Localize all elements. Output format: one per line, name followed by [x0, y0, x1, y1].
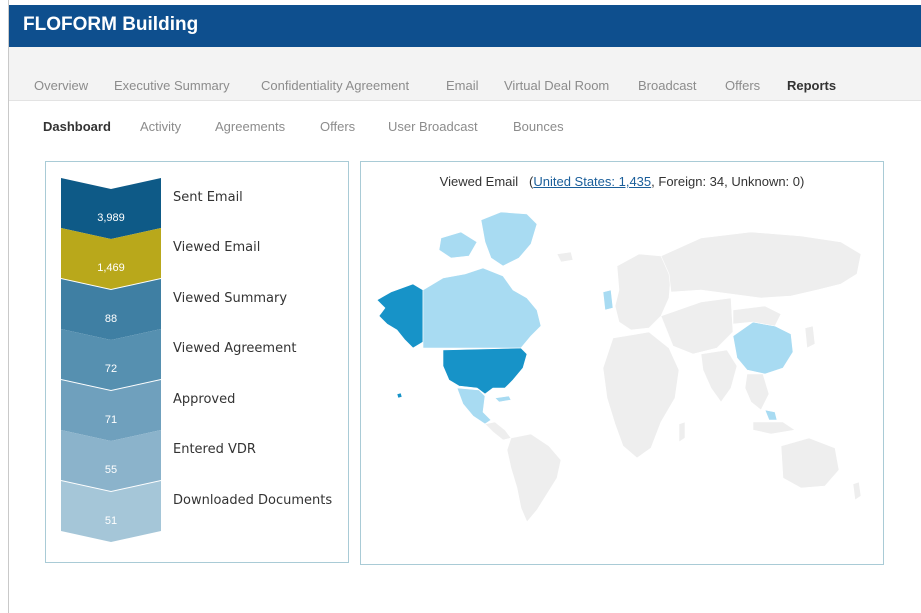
region-new-zealand[interactable] — [852, 481, 862, 501]
tab-email[interactable]: Email — [446, 78, 479, 93]
region-madagascar[interactable] — [678, 421, 686, 443]
region-australia[interactable] — [780, 437, 840, 489]
region-south-america[interactable] — [506, 433, 562, 523]
funnel-label: Approved — [173, 392, 236, 407]
region-central-asia[interactable] — [660, 297, 734, 355]
tab-offers[interactable]: Offers — [725, 78, 760, 93]
funnel-value: 88 — [104, 313, 118, 325]
funnel-label: Viewed Email — [173, 240, 261, 255]
region-japan[interactable] — [804, 325, 816, 349]
region-philippines[interactable] — [764, 409, 778, 421]
main-tab-bar: Overview Executive Summary Confidentiali… — [9, 47, 921, 101]
funnel-label: Viewed Agreement — [173, 341, 297, 356]
funnel-label: Downloaded Documents — [173, 493, 333, 508]
chevron-shape — [61, 481, 161, 542]
region-uk[interactable] — [602, 289, 614, 311]
tab-overview[interactable]: Overview — [34, 78, 88, 93]
region-africa[interactable] — [602, 331, 680, 459]
subtab-dashboard[interactable]: Dashboard — [43, 119, 111, 134]
map-caption-suffix: , Foreign: 34, Unknown: 0) — [651, 174, 805, 189]
tab-confidentiality-agreement[interactable]: Confidentiality Agreement — [261, 78, 409, 93]
region-arctic-islands[interactable] — [438, 231, 478, 259]
region-india[interactable] — [700, 349, 738, 403]
region-central-america[interactable] — [484, 421, 512, 441]
funnel-value: 71 — [104, 414, 118, 426]
tab-virtual-deal-room[interactable]: Virtual Deal Room — [504, 78, 609, 93]
funnel-value: 72 — [104, 363, 118, 375]
land-regions — [376, 211, 862, 523]
region-indonesia[interactable] — [752, 421, 796, 435]
region-mongolia[interactable] — [732, 305, 782, 327]
funnel-chevron — [61, 481, 161, 542]
app-title: FLOFORM Building — [23, 14, 199, 35]
funnel-value: 1,469 — [97, 262, 125, 274]
map-caption: Viewed Email (United States: 1,435, Fore… — [439, 174, 805, 189]
region-greenland[interactable] — [480, 211, 538, 267]
map-panel: Viewed Email (United States: 1,435, Fore… — [360, 161, 884, 565]
region-hawaii[interactable] — [396, 392, 403, 399]
funnel-panel: 3,989 Sent Email 1,469 Viewed Email 88 V… — [45, 161, 349, 563]
tab-reports[interactable]: Reports — [787, 78, 836, 93]
funnel-value: 51 — [104, 515, 118, 527]
region-se-asia[interactable] — [744, 373, 770, 411]
funnel-value: 3,989 — [97, 212, 125, 224]
region-usa[interactable] — [442, 347, 528, 395]
funnel-label: Entered VDR — [173, 442, 256, 457]
region-alaska[interactable] — [376, 283, 424, 349]
region-russia[interactable] — [660, 231, 862, 299]
region-iceland[interactable] — [556, 251, 574, 263]
subtab-agreements[interactable]: Agreements — [215, 119, 285, 134]
app-header: FLOFORM Building — [9, 5, 921, 47]
subtab-bounces[interactable]: Bounces — [513, 119, 564, 134]
subtab-offers[interactable]: Offers — [320, 119, 355, 134]
region-china[interactable] — [732, 321, 794, 375]
subtab-user-broadcast[interactable]: User Broadcast — [388, 119, 478, 134]
funnel-label: Viewed Summary — [173, 291, 288, 306]
funnel-step-downloaded-documents[interactable]: 51 — [61, 481, 171, 543]
funnel-label: Sent Email — [173, 190, 243, 205]
subtab-activity[interactable]: Activity — [140, 119, 181, 134]
region-cuba[interactable] — [494, 395, 512, 403]
us-count-link[interactable]: United States: 1,435 — [533, 174, 651, 189]
funnel-value: 55 — [104, 464, 118, 476]
tab-executive-summary[interactable]: Executive Summary — [114, 78, 230, 93]
region-canada[interactable] — [422, 267, 542, 349]
tab-broadcast[interactable]: Broadcast — [638, 78, 697, 93]
world-map[interactable] — [361, 198, 883, 528]
map-caption-prefix: Viewed Email — [439, 174, 519, 189]
